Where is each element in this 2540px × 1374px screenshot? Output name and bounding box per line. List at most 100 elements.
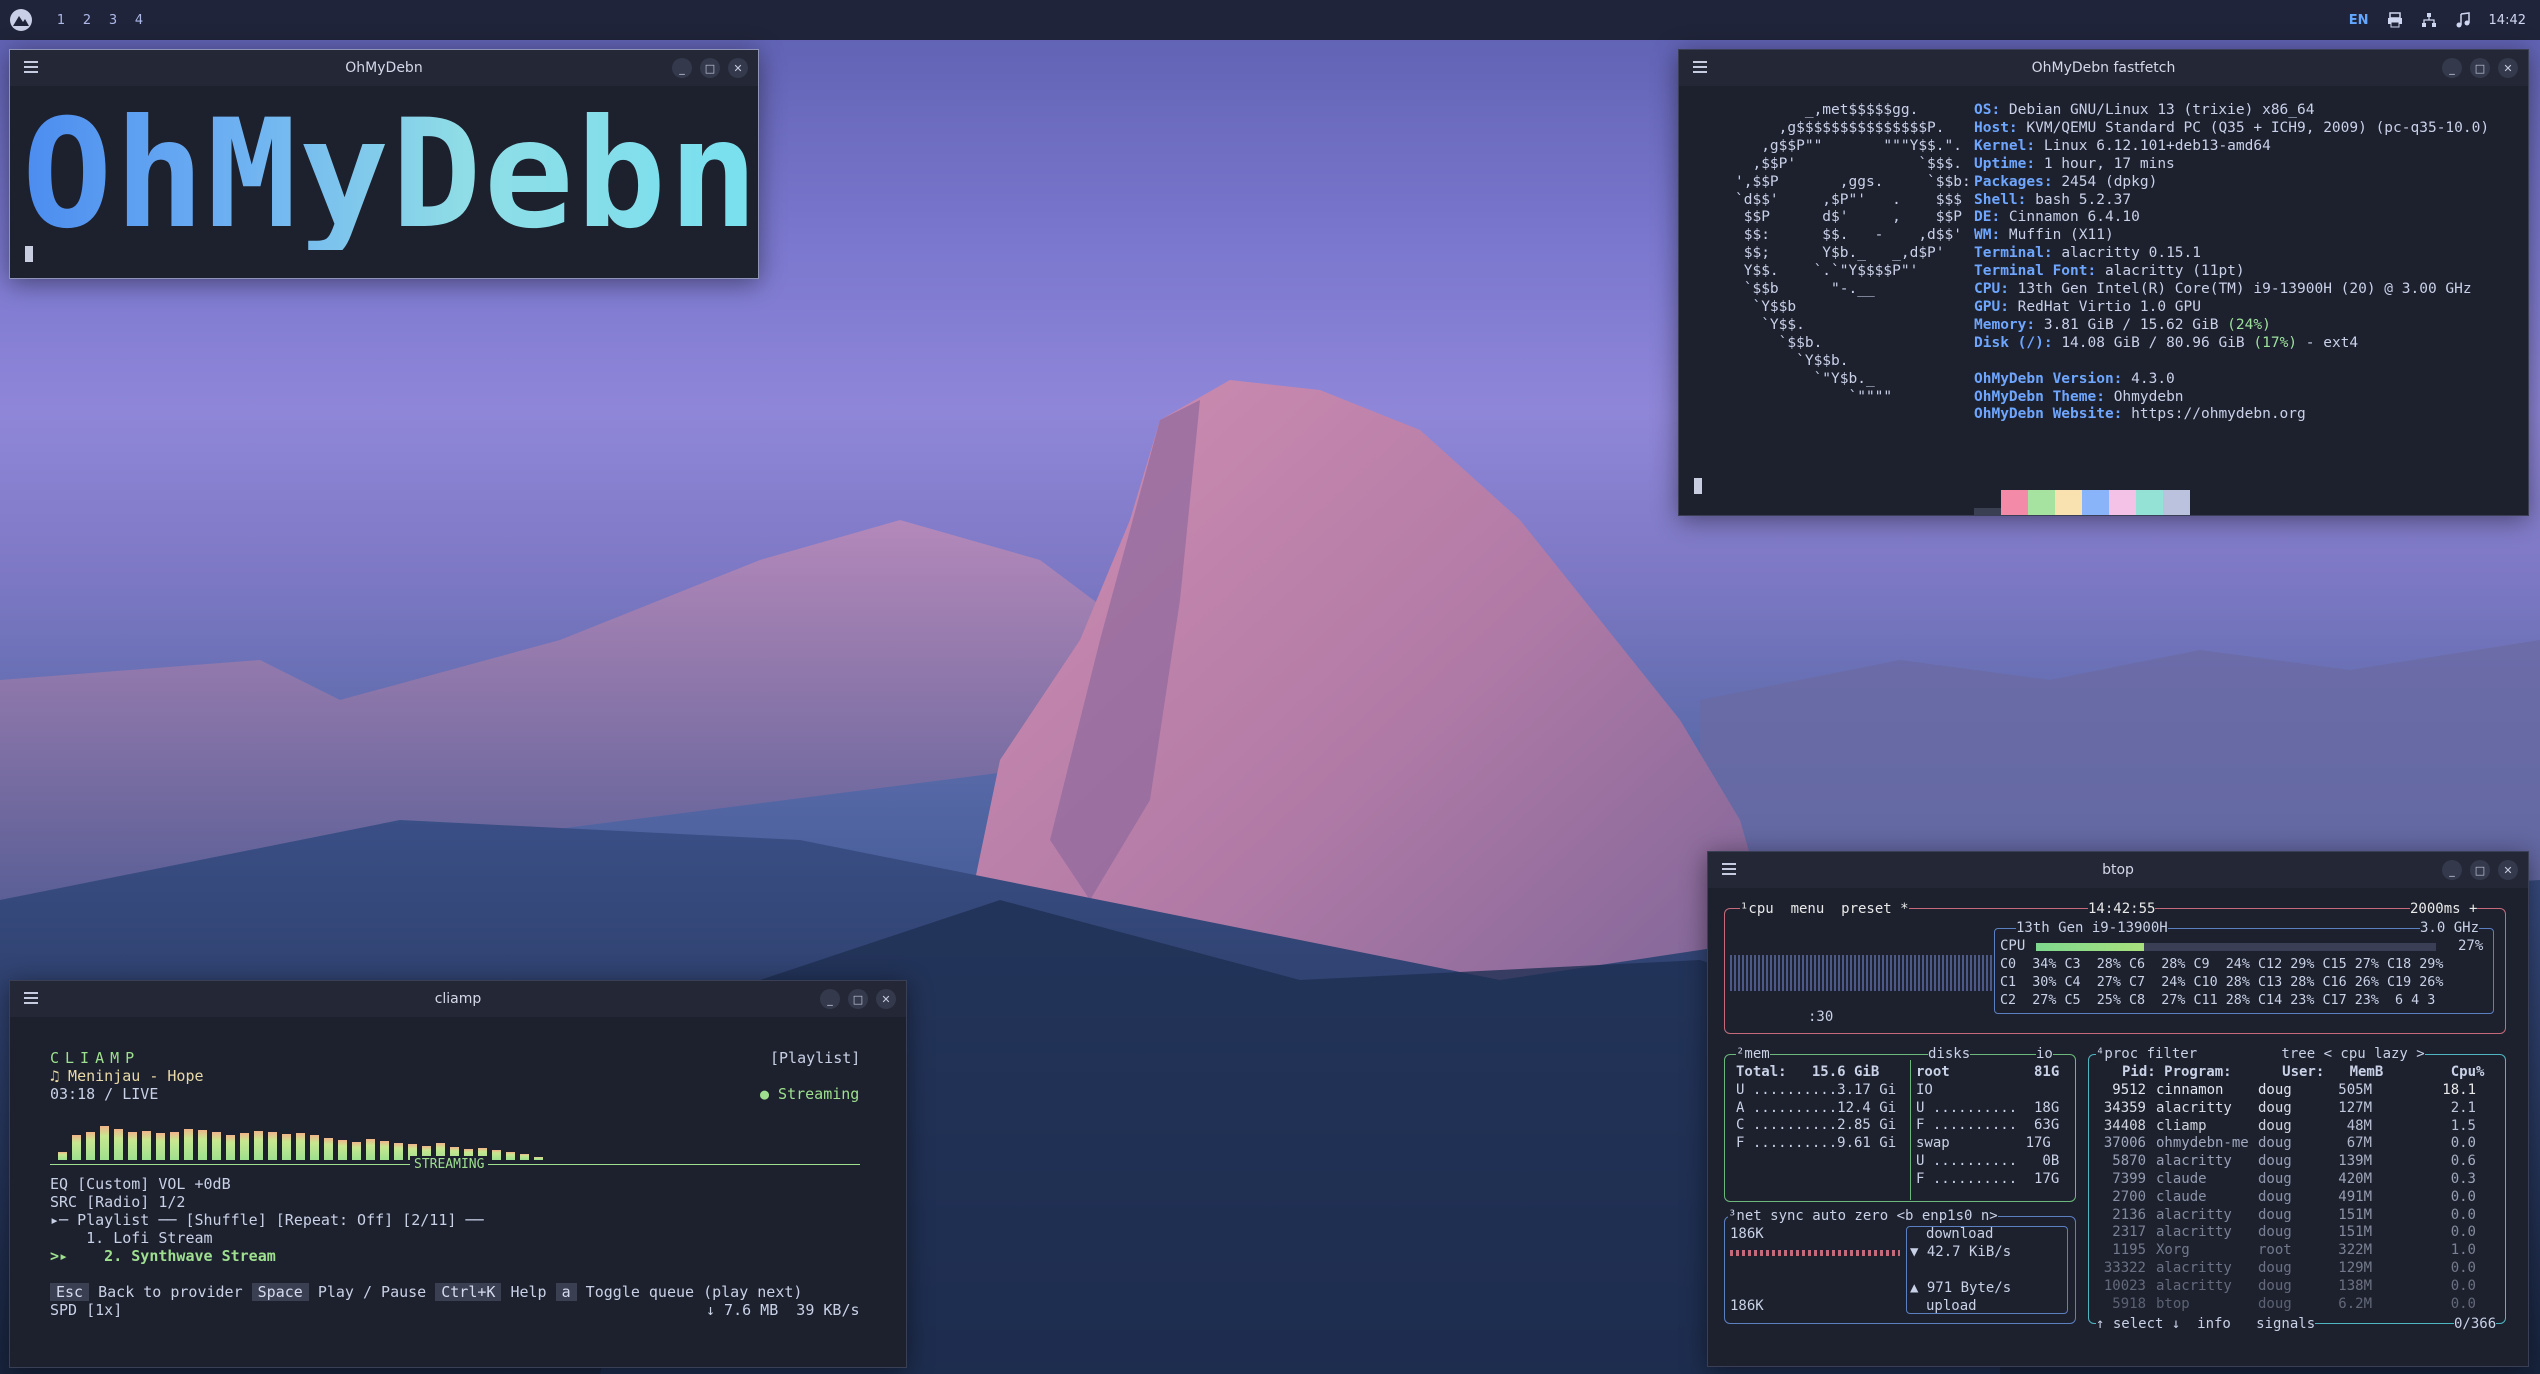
visualizer-bar [296, 1133, 305, 1160]
maximize-button[interactable]: □ [700, 58, 720, 78]
close-button[interactable]: ✕ [876, 989, 896, 1009]
io-header[interactable]: io [2036, 1046, 2053, 1064]
key-label: Play / Pause [308, 1283, 436, 1301]
process-row[interactable]: 34408 cliamp doug 48M 1.5 [2096, 1118, 2476, 1136]
source-indicator[interactable]: SRC [Radio] 1/2 [50, 1193, 185, 1211]
keyboard-layout[interactable]: EN [2349, 13, 2369, 28]
net-header[interactable]: ³net sync auto zero <b enp1s0 n> [1728, 1208, 1998, 1226]
view-mode[interactable]: [Playlist] [770, 1049, 860, 1067]
info-value: bash 5.2.37 [2035, 191, 2132, 208]
playlist-header: ▸─ Playlist ── [Shuffle] [Repeat: Off] [… [50, 1211, 484, 1229]
playlist-item-current[interactable]: >▸ 2. Synthwave Stream [50, 1247, 276, 1265]
download-rate: ▼ 42.7 KiB/s [1910, 1244, 2012, 1260]
minimize-button[interactable]: _ [2442, 860, 2462, 880]
info-row: OS: Debian GNU/Linux 13 (trixie) x86_64 [1974, 102, 2489, 120]
close-button[interactable]: ✕ [2498, 860, 2518, 880]
workspace-4[interactable]: 4 [126, 13, 152, 28]
workspace-3[interactable]: 3 [100, 13, 126, 28]
logo-terminal-window[interactable]: OhMyDebn _ □ ✕ OhMyDebn [9, 49, 759, 279]
process-cpu: 0.0 [2450, 1188, 2476, 1205]
proc-count: 0/366 [2454, 1316, 2497, 1334]
workspace-1[interactable]: 1 [48, 13, 74, 28]
proc-footer[interactable]: ↑ select ↓ info signals [2096, 1316, 2316, 1334]
proc-columns[interactable]: Pid: Program: User: MemB Cpu% [2122, 1064, 2484, 1082]
info-row: Memory: 3.81 GiB / 15.62 GiB (24%) [1974, 317, 2489, 335]
process-user: doug [2258, 1153, 2292, 1170]
update-interval[interactable]: 2000ms + [2410, 901, 2478, 919]
process-row[interactable]: 10023 alacritty doug 138M 0.0 [2096, 1278, 2476, 1296]
minimize-button[interactable]: _ [672, 58, 692, 78]
disks-header[interactable]: disks [1928, 1046, 1971, 1064]
mem-header[interactable]: ²mem [1736, 1046, 1770, 1064]
close-button[interactable]: ✕ [728, 58, 748, 78]
cpu-cores-row: C1 30% C4 27% C7 24% C10 28% C13 28% C16… [2000, 975, 2444, 990]
process-row[interactable]: 37006 ohmydebn-me doug 67M 0.0 [2096, 1135, 2476, 1153]
process-row[interactable]: 2700 claude doug 491M 0.0 [2096, 1189, 2476, 1207]
btop-titlebar[interactable]: btop _ □ ✕ [1708, 852, 2528, 888]
process-user: doug [2258, 1135, 2292, 1152]
process-row[interactable]: 5918 btop doug 6.2M 0.0 [2096, 1296, 2476, 1314]
fastfetch-titlebar[interactable]: OhMyDebn fastfetch _ □ ✕ [1679, 50, 2528, 86]
close-button[interactable]: ✕ [2498, 58, 2518, 78]
maximize-button[interactable]: □ [2470, 860, 2490, 880]
window-title: OhMyDebn fastfetch [2031, 60, 2176, 76]
process-row[interactable]: 33322 alacritty doug 129M 0.0 [2096, 1260, 2476, 1278]
cpu-box-header[interactable]: ¹cpu menu preset * [1740, 901, 1909, 919]
window-menu-icon[interactable] [24, 61, 38, 73]
eq-volume[interactable]: EQ [Custom] VOL +0dB [50, 1175, 231, 1193]
info-key: Terminal: [1974, 245, 2062, 262]
info-key: OhMyDebn Website: [1974, 406, 2132, 423]
process-row[interactable]: 7399 claude doug 420M 0.3 [2096, 1171, 2476, 1189]
network-icon[interactable] [2421, 12, 2437, 28]
info-value: https://ohmydebn.org [2131, 406, 2306, 423]
workspace-2[interactable]: 2 [74, 13, 100, 28]
info-row: OhMyDebn Version: 4.3.0 [1974, 371, 2489, 389]
info-key: Packages: [1974, 173, 2062, 190]
process-row[interactable]: 5870 alacritty doug 139M 0.6 [2096, 1153, 2476, 1171]
info-value: KVM/QEMU Standard PC (Q35 + ICH9, 2009) … [2026, 119, 2490, 136]
fastfetch-window[interactable]: OhMyDebn fastfetch _ □ ✕ _,met$$$$$gg. ,… [1678, 49, 2529, 516]
process-row[interactable]: 2136 alacritty doug 151M 0.0 [2096, 1207, 2476, 1225]
process-prog: alacritty [2156, 1153, 2232, 1170]
panel-clock[interactable]: 14:42 [2489, 13, 2526, 28]
ascii-line: $$: $$. - ,d$$' [1735, 227, 1962, 244]
info-key: Uptime: [1974, 155, 2044, 172]
proc-header[interactable]: ⁴proc filter tree < cpu lazy > [2096, 1046, 2425, 1064]
process-row[interactable]: 34359 alacritty doug 127M 2.1 [2096, 1100, 2476, 1118]
info-value: Cinnamon 6.4.10 [2008, 209, 2140, 226]
info-value: RedHat Virtio 1.0 GPU [2017, 298, 2201, 315]
visualizer-bar [198, 1130, 207, 1160]
process-mem: 6.2M [2338, 1295, 2372, 1312]
ascii-line: `Y$$b [1735, 298, 1797, 315]
minimize-button[interactable]: _ [820, 989, 840, 1009]
process-pid: 10023 [2103, 1277, 2146, 1294]
disk-line: IO [1916, 1081, 1933, 1098]
visualizer-bar [142, 1130, 151, 1160]
process-row[interactable]: 9512 cinnamon doug 505M 18.1 [2096, 1082, 2476, 1100]
process-mem: 505M [2338, 1082, 2372, 1098]
process-row[interactable]: 1195 Xorg root 322M 1.0 [2096, 1242, 2476, 1260]
visualizer-bar [338, 1139, 347, 1160]
minimize-button[interactable]: _ [2442, 58, 2462, 78]
maximize-button[interactable]: □ [848, 989, 868, 1009]
maximize-button[interactable]: □ [2470, 58, 2490, 78]
logo-window-titlebar[interactable]: OhMyDebn _ □ ✕ [10, 50, 758, 86]
window-menu-icon[interactable] [1722, 863, 1736, 875]
process-user: root [2258, 1242, 2292, 1259]
playback-time: 03:18 / LIVE [50, 1085, 159, 1103]
disk-line: U .......... 18G [1916, 1099, 2060, 1116]
window-menu-icon[interactable] [24, 992, 38, 1004]
visualizer-bar [254, 1130, 263, 1160]
process-pid: 2136 [2112, 1206, 2146, 1223]
cliamp-titlebar[interactable]: cliamp _ □ ✕ [10, 981, 906, 1017]
printer-icon[interactable] [2387, 12, 2403, 28]
process-row[interactable]: 2317 alacritty doug 151M 0.0 [2096, 1224, 2476, 1242]
info-value: Linux 6.12.101+deb13-amd64 [2043, 137, 2271, 154]
playback-speed[interactable]: SPD [1x] [50, 1301, 122, 1319]
window-menu-icon[interactable] [1693, 61, 1707, 73]
key-badge: Ctrl+K [435, 1283, 502, 1301]
music-icon[interactable] [2455, 12, 2471, 28]
info-row: WM: Muffin (X11) [1974, 227, 2489, 245]
start-menu-button[interactable] [6, 5, 36, 35]
playlist-item[interactable]: 1. Lofi Stream [50, 1229, 212, 1247]
